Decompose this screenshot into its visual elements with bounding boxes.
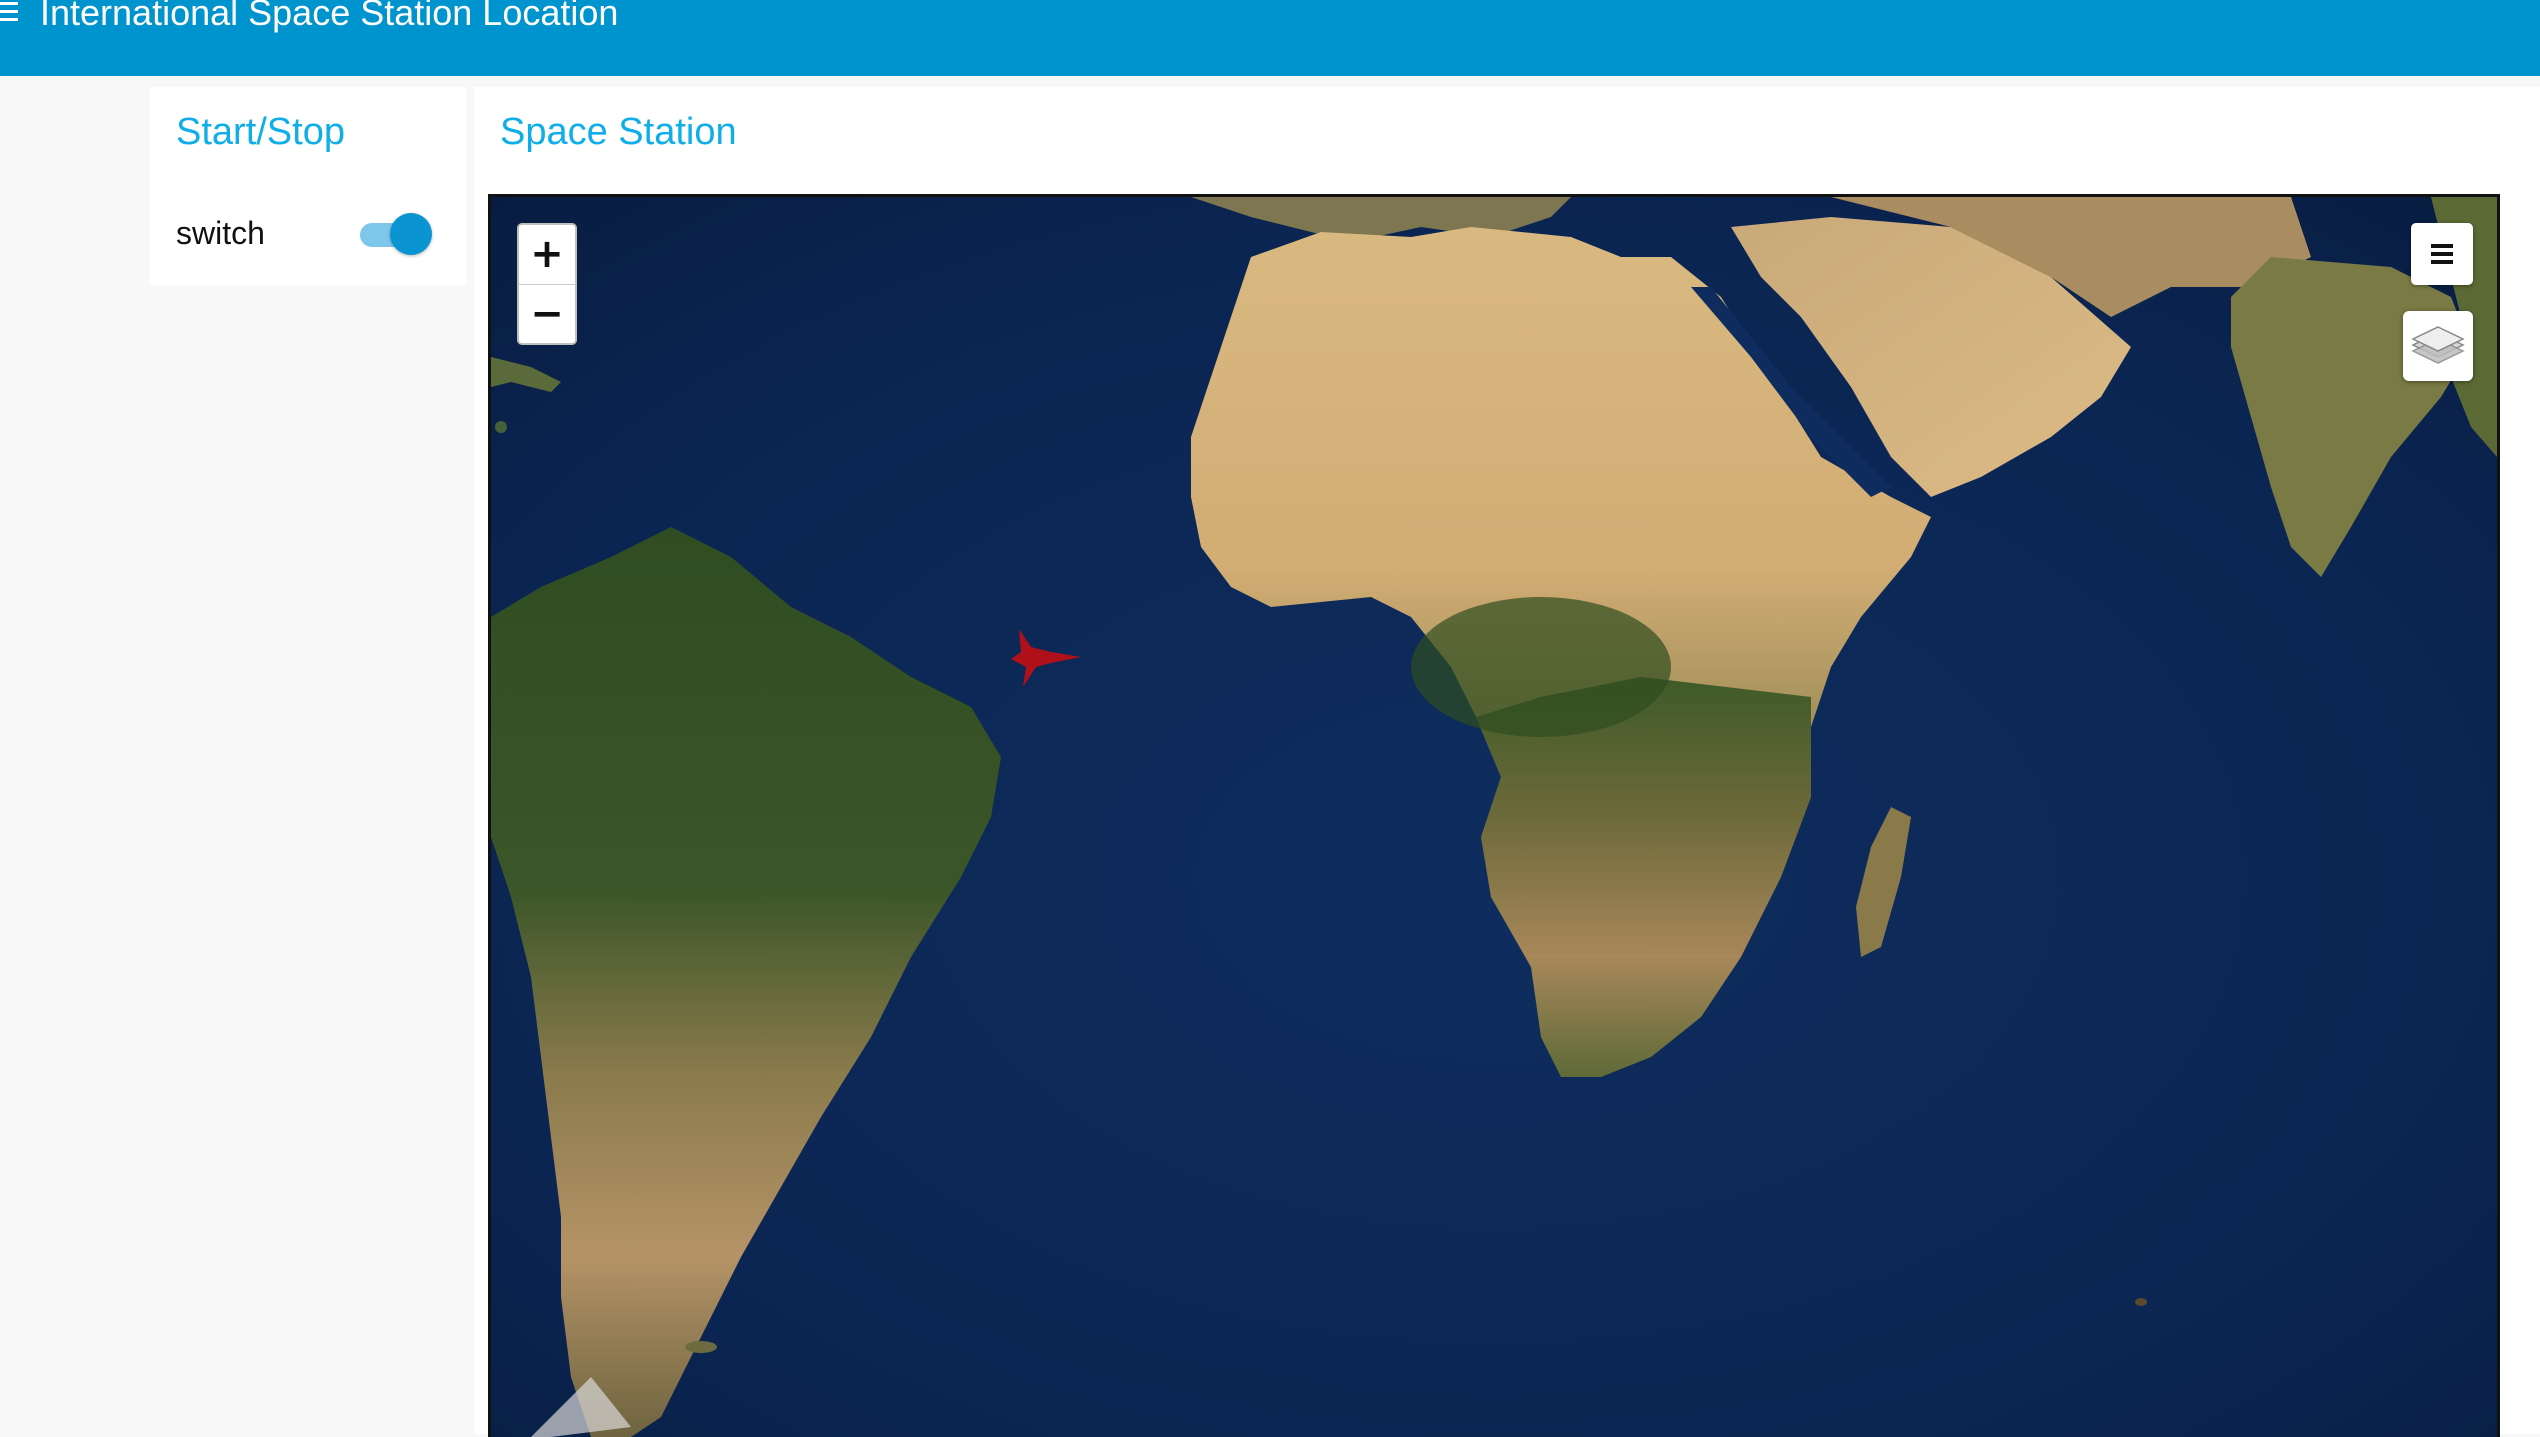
- app-title: International Space Station Location: [40, 0, 619, 33]
- zoom-control: + −: [517, 223, 577, 345]
- switch-label: switch: [176, 215, 265, 251]
- start-stop-toggle[interactable]: [360, 211, 434, 257]
- zoom-in-button[interactable]: +: [519, 225, 575, 285]
- zoom-out-button[interactable]: −: [519, 285, 575, 344]
- space-station-title: Space Station: [500, 111, 737, 153]
- toggle-knob: [390, 213, 432, 255]
- hamburger-menu-icon[interactable]: [0, 0, 22, 30]
- hamburger-icon: [2431, 244, 2453, 248]
- layers-icon: [2411, 326, 2465, 364]
- layers-button[interactable]: [2403, 311, 2473, 381]
- satellite-map[interactable]: + −: [488, 194, 2500, 1437]
- map-menu-button[interactable]: [2411, 223, 2473, 285]
- start-stop-panel: Start/Stop switch: [150, 87, 466, 285]
- app-header: International Space Station Location: [0, 0, 2540, 76]
- start-stop-title: Start/Stop: [176, 111, 345, 153]
- satellite-basemap: [491, 197, 2497, 1437]
